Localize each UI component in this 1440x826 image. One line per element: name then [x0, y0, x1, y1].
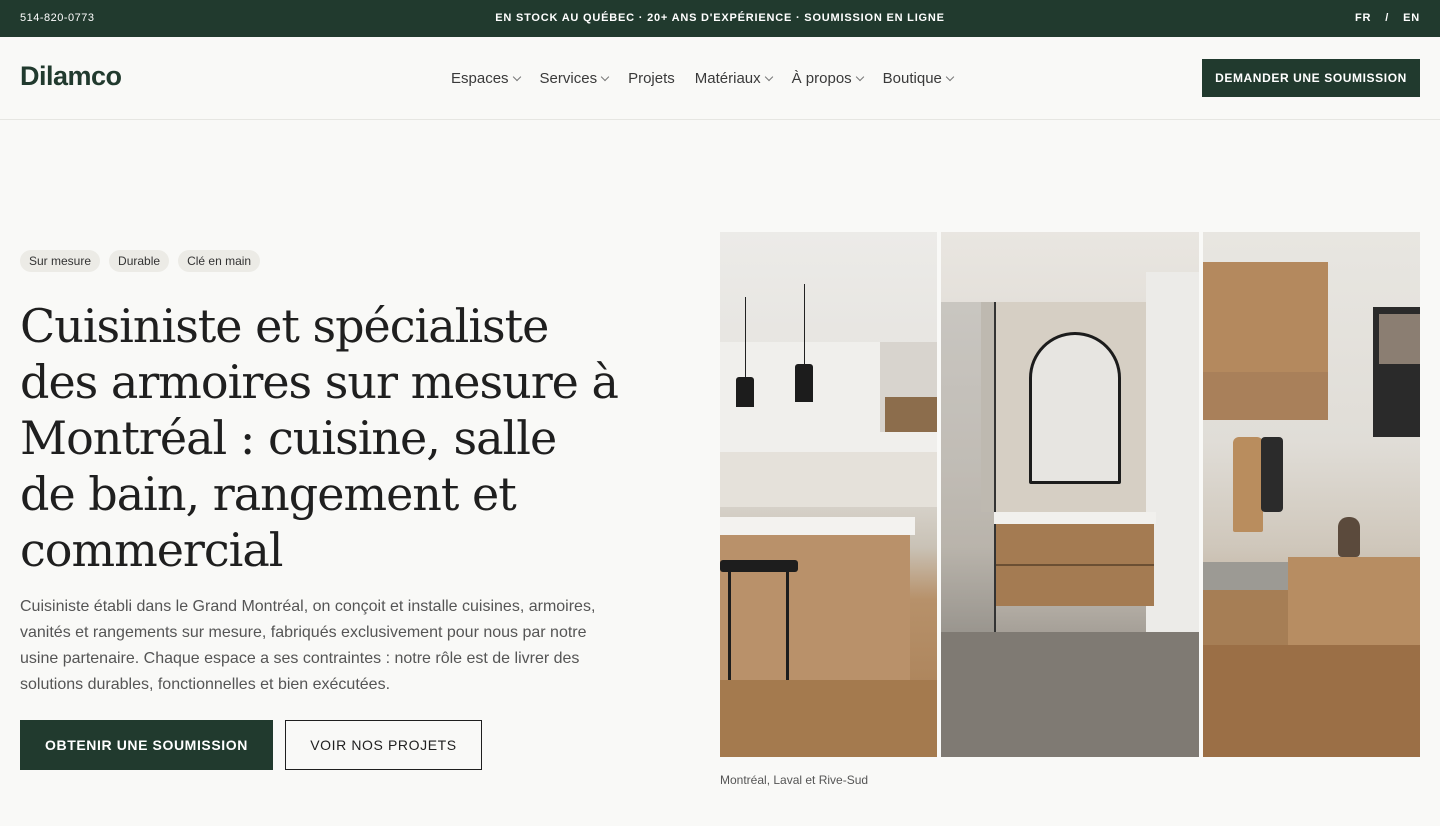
badge-durable: Durable — [109, 250, 170, 272]
nav-item-projets[interactable]: Projets — [628, 70, 675, 87]
chevron-down-icon — [764, 72, 773, 81]
bathroom-image — [941, 232, 1199, 757]
nav-label: Services — [539, 70, 598, 87]
request-quote-button[interactable]: DEMANDER UNE SOUMISSION — [1202, 59, 1420, 97]
lang-separator: / — [1385, 12, 1390, 24]
chevron-down-icon — [600, 72, 610, 81]
nav-item-boutique[interactable]: Boutique — [882, 70, 955, 87]
entryway-storage-image — [1203, 232, 1420, 757]
hero-title: Cuisiniste et spécialiste des armoires s… — [20, 299, 619, 577]
nav-label: Matériaux — [694, 70, 761, 87]
nav-item-espaces[interactable]: Espaces — [451, 70, 521, 87]
main-nav: Espaces Services Projets Matériaux À pro… — [451, 70, 955, 87]
nav-item-materiaux[interactable]: Matériaux — [694, 70, 773, 87]
nav-label: À propos — [791, 70, 852, 87]
nav-item-a-propos[interactable]: À propos — [791, 70, 864, 87]
chevron-down-icon — [945, 72, 955, 81]
language-switcher: FR / EN — [1355, 12, 1420, 24]
view-projects-button[interactable]: VOIR NOS PROJETS — [285, 720, 482, 770]
announcement-bar: 514-820-0773 EN STOCK AU QUÉBEC · 20+ AN… — [0, 0, 1440, 37]
hero-badges: Sur mesure Durable Clé en main — [20, 250, 261, 272]
lang-fr-link[interactable]: FR — [1355, 12, 1371, 24]
lang-en-link[interactable]: EN — [1403, 12, 1420, 24]
nav-label: Projets — [628, 70, 675, 87]
hero-gallery — [720, 232, 1420, 757]
badge-sur-mesure: Sur mesure — [20, 250, 101, 272]
chevron-down-icon — [855, 72, 864, 81]
nav-label: Espaces — [451, 70, 509, 87]
announcement-tagline: EN STOCK AU QUÉBEC · 20+ ANS D'EXPÉRIENC… — [495, 12, 945, 24]
gallery-caption: Montréal, Laval et Rive-Sud — [720, 773, 869, 787]
logo[interactable]: Dilamco — [20, 61, 122, 92]
site-header: Dilamco Espaces Services Projets Matéria… — [0, 37, 1440, 120]
nav-label: Boutique — [882, 70, 942, 87]
badge-cle-en-main: Clé en main — [178, 250, 261, 272]
get-quote-button[interactable]: OBTENIR UNE SOUMISSION — [20, 720, 273, 770]
chevron-down-icon — [512, 72, 521, 81]
kitchen-image — [720, 232, 937, 757]
nav-item-services[interactable]: Services — [539, 70, 610, 87]
hero-description: Cuisiniste établi dans le Grand Montréal… — [20, 598, 596, 693]
